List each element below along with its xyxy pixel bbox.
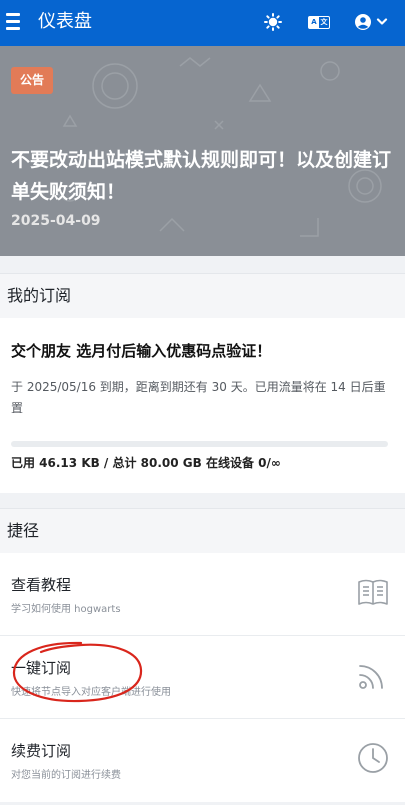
user-icon — [355, 14, 388, 30]
shortcut-title: 查看教程 — [11, 576, 72, 594]
sun-icon[interactable] — [262, 12, 284, 32]
subscription-card: 交个朋友 选月付后输入优惠码点验证！ 于 2025/05/16 到期，距离到期还… — [0, 318, 405, 493]
book-icon — [358, 579, 388, 605]
usage-text: 已用 46.13 KB / 总计 80.00 GB 在线设备 0/∞ — [11, 456, 281, 470]
top-bar: 仪表盘 A文 — [0, 0, 405, 46]
shortcut-tutorial[interactable]: 查看教程 学习如何使用 hogwarts — [0, 553, 405, 636]
language-icon[interactable]: A文 — [306, 12, 332, 32]
usage-progress-bar — [11, 441, 388, 447]
plan-name: 交个朋友 选月付后输入优惠码点验证！ — [11, 342, 272, 360]
clock-icon — [358, 743, 388, 773]
menu-icon[interactable] — [6, 13, 20, 30]
shortcut-subtitle: 学习如何使用 hogwarts — [11, 604, 121, 615]
announcement-title: 不要改动出站模式默认规则即可！以及创建订单失败须知！ — [11, 149, 392, 203]
page-title: 仪表盘 — [38, 11, 92, 32]
announcement-badge: 公告 — [11, 67, 53, 94]
shortcuts-section-title: 捷径 — [0, 508, 405, 553]
announcement-date: 2025-04-09 — [11, 213, 101, 229]
rss-icon — [359, 665, 383, 689]
announcement-banner[interactable]: 公告 不要改动出站模式默认规则即可！以及创建订单失败须知！ 2025-04-09 — [0, 46, 405, 256]
shortcut-subtitle: 对您当前的订阅进行续费 — [11, 770, 121, 781]
expiry-text: 于 2025/05/16 到期，距离到期还有 30 天。已用流量将在 14 日后… — [11, 380, 386, 415]
shortcut-title: 续费订阅 — [11, 742, 72, 760]
annotation-circle — [12, 641, 143, 703]
user-menu-button[interactable] — [354, 12, 390, 32]
shortcut-renew[interactable]: 续费订阅 对您当前的订阅进行续费 — [0, 719, 405, 802]
subscription-section-title: 我的订阅 — [0, 273, 405, 318]
